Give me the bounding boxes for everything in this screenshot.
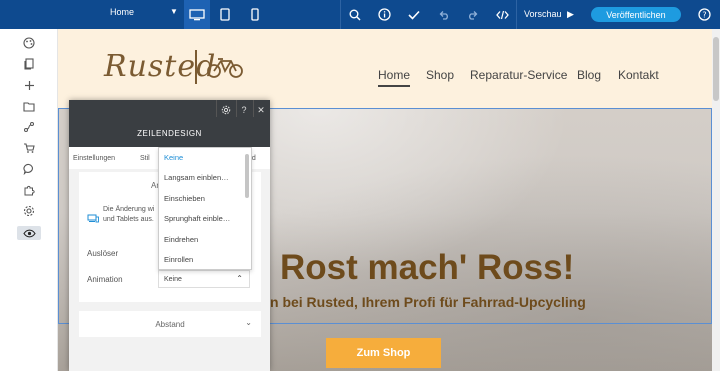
top-toolbar: Home ▼ Vorschau ▶ Veröffentlichen ? xyxy=(0,0,720,29)
site-logo[interactable]: Rusted xyxy=(104,49,216,84)
route-icon[interactable] xyxy=(22,120,36,134)
panel-header[interactable]: ? ✕ ZEILENDESIGN xyxy=(69,100,270,147)
info-text-line1: Die Änderung wi xyxy=(103,206,155,213)
panel-title: ZEILENDESIGN xyxy=(137,129,202,138)
option-eindrehen[interactable]: Eindrehen xyxy=(164,235,244,244)
option-keine[interactable]: Keine xyxy=(164,153,244,162)
header-divider xyxy=(236,100,237,117)
chevron-down-icon: ⌄ xyxy=(245,318,252,327)
search-icon[interactable] xyxy=(347,0,363,29)
shop-button[interactable]: Zum Shop xyxy=(326,338,441,368)
animation-select[interactable]: Keine ⌃ xyxy=(158,270,250,288)
redo-icon[interactable] xyxy=(465,0,481,29)
devices-icon xyxy=(87,210,99,228)
tab-einstellungen[interactable]: Einstellungen xyxy=(73,155,115,162)
option-einrollen[interactable]: Einrollen xyxy=(164,255,244,264)
svg-text:?: ? xyxy=(702,11,706,20)
animation-label: Animation xyxy=(87,275,123,284)
help-icon[interactable]: ? xyxy=(238,104,250,116)
hero-subtitle: n bei Rusted, Ihrem Profi für Fahrrad-Up… xyxy=(270,294,586,310)
info-icon[interactable] xyxy=(376,0,392,29)
canvas-scrollbar[interactable] xyxy=(712,29,720,371)
eye-icon[interactable] xyxy=(17,226,41,240)
publish-button[interactable]: Veröffentlichen xyxy=(591,7,681,22)
info-text-line2: und Tablets aus. xyxy=(103,216,154,223)
mobile-icon[interactable] xyxy=(248,0,262,29)
option-langsam-einblenden[interactable]: Langsam einblen… xyxy=(164,173,244,182)
left-toolbar xyxy=(0,29,58,371)
header-divider xyxy=(253,100,254,117)
option-sprunghaft-einblenden[interactable]: Sprunghaft einble… xyxy=(164,214,244,223)
header-divider xyxy=(216,100,217,117)
puzzle-icon[interactable] xyxy=(22,183,36,197)
toolbar-divider xyxy=(340,0,341,29)
pages-icon[interactable] xyxy=(22,57,36,71)
page-select-label: Home xyxy=(110,7,135,17)
abstand-section[interactable]: Abstand ⌄ xyxy=(79,311,261,337)
nav-kontakt[interactable]: Kontakt xyxy=(618,68,659,82)
animation-select-value: Keine xyxy=(164,276,182,283)
ausloeser-label: Auslöser xyxy=(87,249,119,258)
preview-label: Vorschau xyxy=(524,9,562,19)
gear-icon[interactable] xyxy=(220,104,232,116)
hero-title: Rost mach' Ross! xyxy=(280,248,575,287)
bicycle-icon xyxy=(206,57,244,84)
shop-button-label: Zum Shop xyxy=(356,347,411,359)
tab-stil[interactable]: Stil xyxy=(140,155,150,162)
undo-icon[interactable] xyxy=(436,0,452,29)
abstand-label: Abstand xyxy=(155,319,185,329)
settings-icon[interactable] xyxy=(22,204,36,218)
logo-divider xyxy=(195,50,197,84)
desktop-icon[interactable] xyxy=(184,0,210,29)
close-icon[interactable]: ✕ xyxy=(255,104,267,116)
nav-blog[interactable]: Blog xyxy=(577,68,601,82)
nav-reparatur-service[interactable]: Reparatur-Service xyxy=(470,68,567,82)
nav-home[interactable]: Home xyxy=(378,68,411,87)
dropdown-scrollbar[interactable] xyxy=(245,154,249,198)
chevron-up-icon: ⌃ xyxy=(236,274,243,283)
nav-shop[interactable]: Shop xyxy=(426,68,454,82)
option-einschieben[interactable]: Einschieben xyxy=(164,194,244,203)
page-select[interactable]: Home ▼ xyxy=(110,7,178,17)
code-icon[interactable] xyxy=(494,0,510,29)
add-icon[interactable] xyxy=(22,78,36,92)
animation-options-list: Keine Langsam einblen… Einschieben Sprun… xyxy=(158,147,252,270)
publish-label: Veröffentlichen xyxy=(606,9,666,20)
cart-icon[interactable] xyxy=(22,141,36,155)
chevron-down-icon: ▼ xyxy=(170,7,178,16)
folder-icon[interactable] xyxy=(22,99,36,113)
help-icon[interactable]: ? xyxy=(696,0,712,29)
scrollbar-thumb[interactable] xyxy=(713,37,719,101)
check-icon[interactable] xyxy=(406,0,422,29)
palette-icon[interactable] xyxy=(22,36,36,50)
tablet-icon[interactable] xyxy=(217,0,233,29)
chat-icon[interactable] xyxy=(22,162,36,176)
preview-button[interactable]: Vorschau ▶ xyxy=(524,9,574,20)
play-icon: ▶ xyxy=(567,9,574,19)
toolbar-divider xyxy=(516,0,517,29)
